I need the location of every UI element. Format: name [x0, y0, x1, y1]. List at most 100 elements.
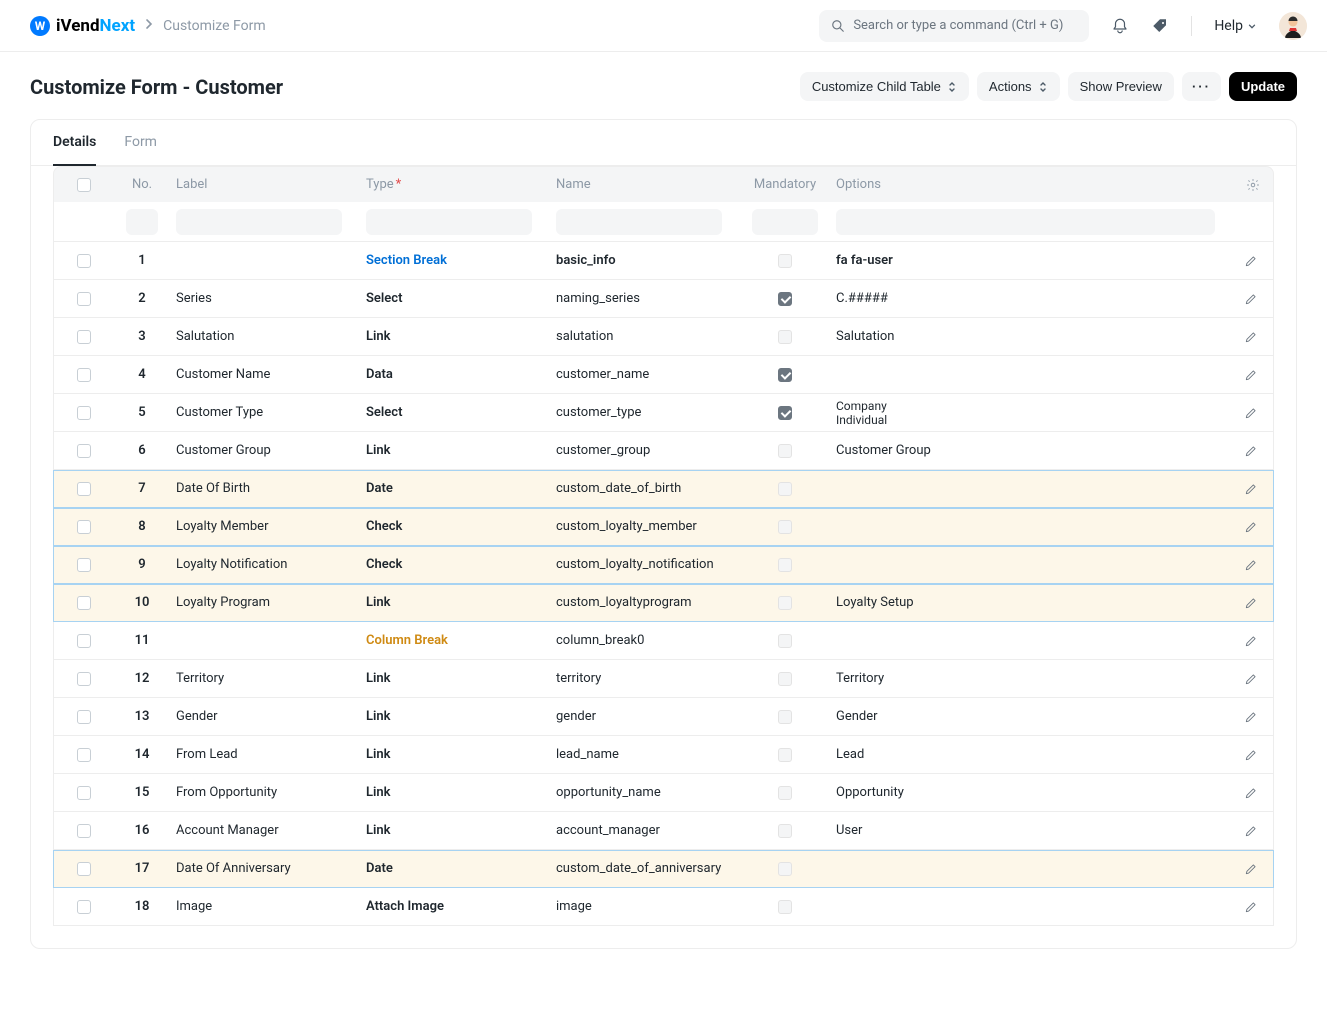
edit-row-button[interactable]	[1228, 774, 1273, 811]
filter-no[interactable]	[126, 209, 158, 235]
more-button[interactable]: ···	[1182, 72, 1221, 101]
edit-row-button[interactable]	[1228, 394, 1273, 431]
row-checkbox[interactable]	[77, 444, 91, 458]
edit-row-button[interactable]	[1228, 470, 1273, 507]
mandatory-checkbox[interactable]	[778, 862, 792, 876]
row-checkbox[interactable]	[77, 254, 91, 268]
table-row[interactable]: 8Loyalty MemberCheckcustom_loyalty_membe…	[53, 508, 1274, 546]
row-checkbox[interactable]	[77, 406, 91, 420]
table-row[interactable]: 2SeriesSelectnaming_seriesC.#####	[53, 280, 1274, 318]
row-checkbox[interactable]	[77, 330, 91, 344]
col-type[interactable]: Type*	[360, 167, 550, 202]
mandatory-checkbox[interactable]	[778, 824, 792, 838]
table-row[interactable]: 16Account ManagerLinkaccount_managerUser	[53, 812, 1274, 850]
row-checkbox[interactable]	[77, 368, 91, 382]
mandatory-checkbox[interactable]	[778, 406, 792, 420]
row-checkbox[interactable]	[77, 482, 91, 496]
row-label: Loyalty Program	[176, 595, 270, 610]
edit-row-button[interactable]	[1228, 318, 1273, 355]
row-checkbox[interactable]	[77, 862, 91, 876]
row-checkbox[interactable]	[77, 672, 91, 686]
filter-name[interactable]	[556, 209, 722, 235]
mandatory-checkbox[interactable]	[778, 520, 792, 534]
select-all-checkbox[interactable]	[77, 178, 91, 192]
row-checkbox[interactable]	[77, 900, 91, 914]
table-row[interactable]: 7Date Of BirthDatecustom_date_of_birth	[53, 470, 1274, 508]
mandatory-checkbox[interactable]	[778, 482, 792, 496]
edit-row-button[interactable]	[1228, 546, 1273, 583]
edit-row-button[interactable]	[1228, 736, 1273, 773]
show-preview-button[interactable]: Show Preview	[1068, 72, 1174, 101]
row-checkbox[interactable]	[77, 824, 91, 838]
help-menu[interactable]: Help	[1214, 18, 1257, 34]
col-options[interactable]: Options	[830, 167, 1233, 202]
filter-mand[interactable]	[752, 209, 818, 235]
col-settings[interactable]	[1233, 167, 1273, 202]
edit-row-button[interactable]	[1228, 660, 1273, 697]
filter-label[interactable]	[176, 209, 342, 235]
mandatory-checkbox[interactable]	[778, 672, 792, 686]
row-checkbox[interactable]	[77, 596, 91, 610]
table-row[interactable]: 5Customer TypeSelectcustomer_typeCompany…	[53, 394, 1274, 432]
table-row[interactable]: 6Customer GroupLinkcustomer_groupCustome…	[53, 432, 1274, 470]
mandatory-checkbox[interactable]	[778, 254, 792, 268]
table-row[interactable]: 3SalutationLinksalutationSalutation	[53, 318, 1274, 356]
row-checkbox[interactable]	[77, 520, 91, 534]
edit-row-button[interactable]	[1228, 888, 1273, 925]
col-name[interactable]: Name	[550, 167, 740, 202]
edit-row-button[interactable]	[1228, 508, 1273, 545]
edit-row-button[interactable]	[1228, 432, 1273, 469]
mandatory-checkbox[interactable]	[778, 900, 792, 914]
mandatory-checkbox[interactable]	[778, 748, 792, 762]
table-row[interactable]: 18ImageAttach Imageimage	[53, 888, 1274, 926]
edit-row-button[interactable]	[1228, 698, 1273, 735]
mandatory-checkbox[interactable]	[778, 596, 792, 610]
edit-row-button[interactable]	[1228, 356, 1273, 393]
edit-row-button[interactable]	[1228, 622, 1273, 659]
mandatory-checkbox[interactable]	[778, 368, 792, 382]
col-mandatory[interactable]: Mandatory	[740, 167, 830, 202]
logo[interactable]: W iVendNext	[30, 16, 135, 36]
actions-button[interactable]: Actions	[977, 72, 1060, 101]
row-checkbox[interactable]	[77, 710, 91, 724]
filter-opt[interactable]	[836, 209, 1215, 235]
customize-child-table-button[interactable]: Customize Child Table	[800, 72, 969, 101]
mandatory-checkbox[interactable]	[778, 292, 792, 306]
notifications-icon[interactable]	[1111, 17, 1129, 35]
mandatory-checkbox[interactable]	[778, 710, 792, 724]
row-checkbox[interactable]	[77, 558, 91, 572]
table-row[interactable]: 4Customer NameDatacustomer_name	[53, 356, 1274, 394]
edit-row-button[interactable]	[1228, 812, 1273, 849]
tab-details[interactable]: Details	[53, 120, 96, 166]
table-row[interactable]: 15From OpportunityLinkopportunity_nameOp…	[53, 774, 1274, 812]
table-row[interactable]: 10Loyalty ProgramLinkcustom_loyaltyprogr…	[53, 584, 1274, 622]
table-row[interactable]: 17Date Of AnniversaryDatecustom_date_of_…	[53, 850, 1274, 888]
breadcrumb[interactable]: Customize Form	[163, 18, 266, 34]
search-input[interactable]: Search or type a command (Ctrl + G)	[819, 10, 1089, 42]
table-row[interactable]: 9Loyalty NotificationCheckcustom_loyalty…	[53, 546, 1274, 584]
table-row[interactable]: 13GenderLinkgenderGender	[53, 698, 1274, 736]
col-label[interactable]: Label	[170, 167, 360, 202]
edit-row-button[interactable]	[1228, 584, 1273, 621]
mandatory-checkbox[interactable]	[778, 558, 792, 572]
table-row[interactable]: 14From LeadLinklead_nameLead	[53, 736, 1274, 774]
table-row[interactable]: 12TerritoryLinkterritoryTerritory	[53, 660, 1274, 698]
mandatory-checkbox[interactable]	[778, 330, 792, 344]
filter-type[interactable]	[366, 209, 532, 235]
update-button[interactable]: Update	[1229, 72, 1297, 101]
table-row[interactable]: 1Section Breakbasic_infofa fa-user	[53, 242, 1274, 280]
table-row[interactable]: 11Column Breakcolumn_break0	[53, 622, 1274, 660]
edit-row-button[interactable]	[1228, 280, 1273, 317]
mandatory-checkbox[interactable]	[778, 786, 792, 800]
row-checkbox[interactable]	[77, 292, 91, 306]
tab-form[interactable]: Form	[124, 120, 157, 165]
row-checkbox[interactable]	[77, 748, 91, 762]
edit-row-button[interactable]	[1228, 242, 1273, 279]
mandatory-checkbox[interactable]	[778, 444, 792, 458]
avatar[interactable]	[1279, 12, 1307, 40]
row-checkbox[interactable]	[77, 634, 91, 648]
edit-row-button[interactable]	[1228, 850, 1273, 887]
tag-icon[interactable]	[1151, 17, 1169, 35]
row-checkbox[interactable]	[77, 786, 91, 800]
mandatory-checkbox[interactable]	[778, 634, 792, 648]
